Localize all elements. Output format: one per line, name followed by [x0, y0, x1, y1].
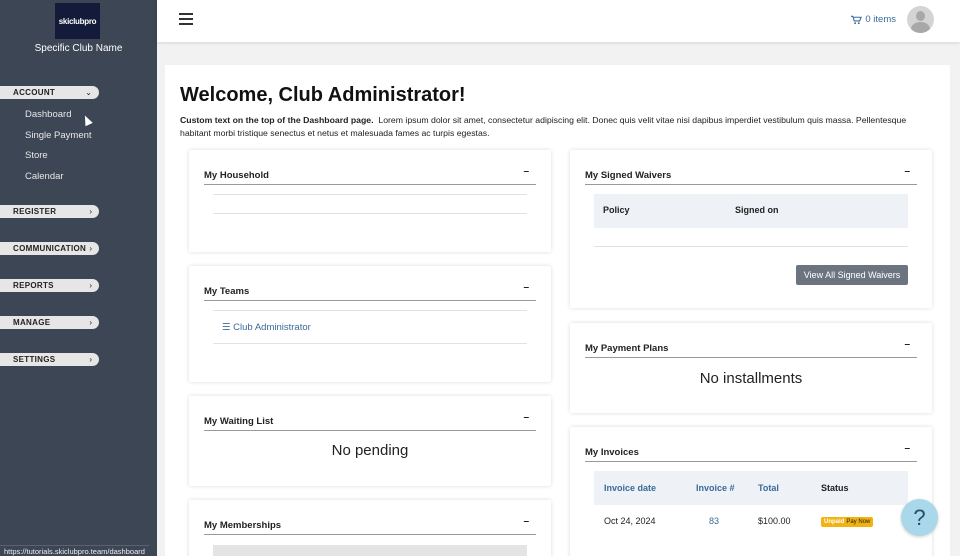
topbar: 0 items [157, 0, 960, 42]
collapse-waivers-button[interactable]: – [904, 166, 910, 177]
page-description: Custom text on the top of the Dashboard … [180, 115, 907, 138]
col-invoice-date[interactable]: Invoice date [604, 483, 656, 493]
cart-icon [851, 15, 863, 24]
sidebar-section-settings[interactable]: SETTINGS › [0, 353, 99, 366]
chevron-down-icon: ⌄ [85, 88, 92, 97]
waiting-empty-text: No pending [331, 442, 409, 459]
status-url: https://tutorials.skiclubpro.team/dashbo… [0, 545, 149, 556]
view-all-waivers-button[interactable]: View All Signed Waivers [796, 265, 908, 285]
card-waiting-list: My Waiting List – No pending [189, 396, 551, 486]
team-item[interactable]: ☰ Club Administrator [222, 322, 311, 333]
sidebar-item-calendar[interactable]: Calendar [25, 171, 64, 182]
chevron-right-icon: › [89, 318, 92, 327]
collapse-payment-plans-button[interactable]: – [904, 339, 910, 350]
card-invoices: My Invoices – Invoice date Invoice # Tot… [570, 427, 932, 556]
status-badge: Unpaid Pay Now [821, 517, 874, 527]
memberships-placeholder [213, 545, 527, 556]
col-status: Status [821, 483, 849, 493]
card-memberships: My Memberships – [189, 500, 551, 556]
sidebar-item-dashboard[interactable]: Dashboard [25, 109, 71, 120]
chevron-right-icon: › [89, 355, 92, 364]
card-household: My Household – [189, 150, 551, 252]
sidebar-section-communication[interactable]: COMMUNICATION › [0, 242, 99, 255]
club-logo[interactable]: skiclubpro [55, 3, 100, 39]
collapse-household-button[interactable]: – [523, 166, 529, 177]
sidebar-item-store[interactable]: Store [25, 150, 48, 161]
sidebar-section-reports[interactable]: REPORTS › [0, 279, 99, 292]
collapse-teams-button[interactable]: – [523, 282, 529, 293]
sidebar-section-account[interactable]: ACCOUNT ⌄ [0, 86, 99, 99]
help-button[interactable]: ? [901, 499, 938, 536]
sidebar-section-register[interactable]: REGISTER › [0, 205, 99, 218]
chevron-right-icon: › [89, 244, 92, 253]
sidebar-item-single-payment[interactable]: Single Payment [25, 130, 92, 141]
page-title: Welcome, Club Administrator! [180, 84, 466, 106]
list-icon: ☰ [222, 322, 231, 333]
col-total[interactable]: Total [758, 483, 779, 493]
cart-link[interactable]: 0 items [851, 14, 896, 25]
card-signed-waivers: My Signed Waivers – Policy Signed on Vie… [570, 150, 932, 308]
card-teams: My Teams – ☰ Club Administrator [189, 266, 551, 382]
pay-now-link[interactable]: Pay Now [846, 519, 870, 525]
main-content: Welcome, Club Administrator! Custom text… [165, 65, 950, 556]
sidebar: skiclubpro Specific Club Name ACCOUNT ⌄ … [0, 0, 157, 556]
team-link[interactable]: Club Administrator [233, 322, 311, 333]
payment-plans-empty-text: No installments [699, 370, 803, 387]
hamburger-menu-icon[interactable] [179, 13, 193, 25]
user-avatar[interactable] [907, 6, 934, 33]
sidebar-section-manage[interactable]: MANAGE › [0, 316, 99, 329]
invoice-number-link[interactable]: 83 [709, 516, 719, 526]
cart-count: 0 items [865, 14, 896, 25]
collapse-memberships-button[interactable]: – [523, 516, 529, 527]
collapse-invoices-button[interactable]: – [904, 443, 910, 454]
waivers-table-header: Policy Signed on [594, 194, 908, 228]
card-payment-plans: My Payment Plans – No installments [570, 323, 932, 413]
collapse-waiting-button[interactable]: – [523, 412, 529, 423]
chevron-right-icon: › [89, 207, 92, 216]
col-invoice-number[interactable]: Invoice # [696, 483, 735, 493]
chevron-right-icon: › [89, 281, 92, 290]
club-name: Specific Club Name [34, 43, 123, 54]
invoices-table-header: Invoice date Invoice # Total Status [594, 471, 908, 505]
